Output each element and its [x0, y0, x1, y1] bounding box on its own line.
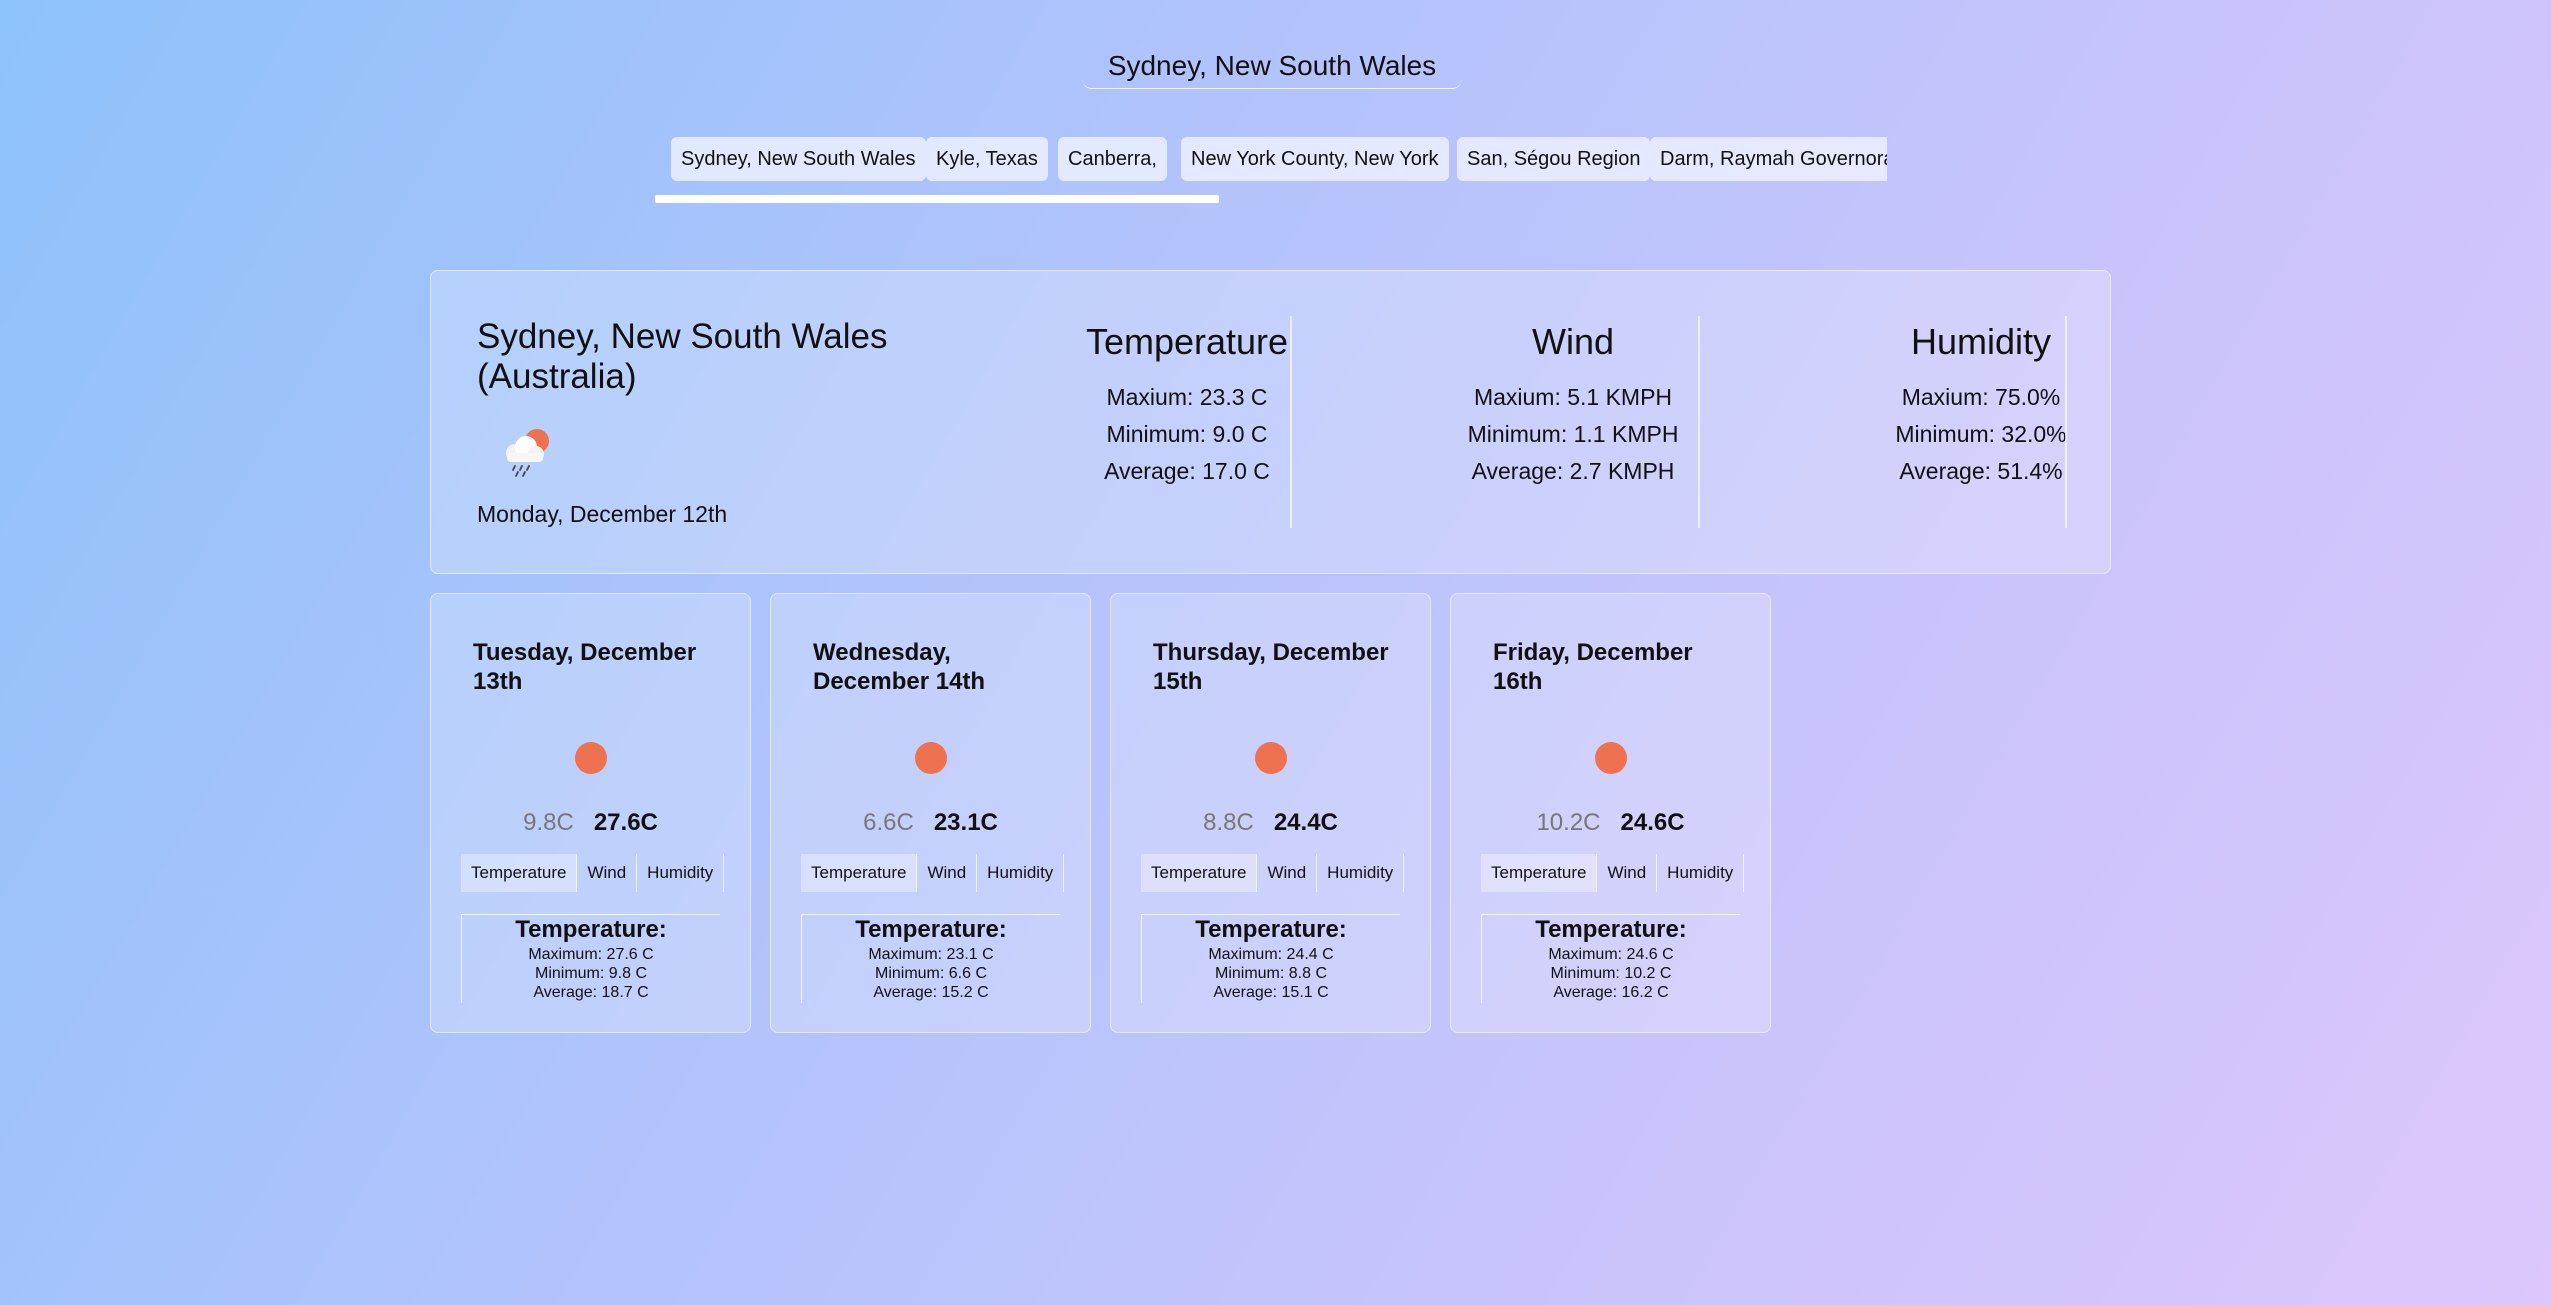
tab-wind[interactable]: Wind [1257, 854, 1318, 892]
wind-avg: Average: 2.7 KMPH [1471, 458, 1675, 484]
forecast-temps: 6.6C 23.1C [771, 809, 1090, 837]
recent-locations-tabs: Sydney, New South Wales Kyle, Texas Canb… [671, 137, 1887, 181]
tab-humidity[interactable]: Humidity [1657, 854, 1745, 892]
humidity-avg: Average: 51.4% [1899, 458, 2063, 484]
sun-icon [1255, 742, 1287, 774]
detail-max: Maximum: 24.4 C [1208, 946, 1334, 963]
forecast-tabs: Temperature Wind Humidity [1481, 854, 1745, 892]
detail-max: Maximum: 27.6 C [528, 946, 654, 963]
forecast-temps: 9.8C 27.6C [431, 809, 750, 837]
humidity-min: Minimum: 32.0% [1895, 421, 2067, 447]
forecast-day: Thursday, December 15th [1153, 639, 1389, 695]
humidity-max: Maxium: 75.0% [1901, 384, 2061, 410]
detail-heading: Temperature: [515, 916, 667, 943]
forecast-card: Thursday, December 15th 8.8C 24.4C Temper… [1110, 593, 1431, 1033]
high-temp: 24.6C [1620, 809, 1685, 836]
wind-min: Minimum: 1.1 KMPH [1467, 421, 1679, 447]
divider [1290, 316, 1292, 528]
detail-avg: Average: 15.1 C [1213, 984, 1329, 1001]
forecast-day: Friday, December 16th [1493, 639, 1693, 695]
temperature-summary: Temperature Maxium: 23.3 C Minimum: 9.0 … [1067, 321, 1307, 490]
sun-icon [915, 742, 947, 774]
tab-humidity[interactable]: Humidity [1317, 854, 1405, 892]
forecast-day: Wednesday, December 14th [813, 639, 986, 695]
tab-location-darm[interactable]: Darm, Raymah Governorate [1650, 137, 1887, 181]
forecast-tabs: Temperature Wind Humidity [1141, 854, 1405, 892]
tab-wind[interactable]: Wind [917, 854, 978, 892]
high-temp: 24.4C [1273, 809, 1338, 836]
tab-location-kyle[interactable]: Kyle, Texas [926, 137, 1048, 181]
temperature-heading: Temperature [1085, 321, 1289, 362]
detail-min: Minimum: 8.8 C [1214, 965, 1328, 982]
tab-location-san[interactable]: San, Ségou Region [1457, 137, 1651, 181]
tab-location-new-york[interactable]: New York County, New York [1181, 137, 1449, 181]
detail-heading: Temperature: [1195, 916, 1347, 943]
humidity-heading: Humidity [1910, 321, 2052, 362]
temperature-avg: Average: 17.0 C [1104, 458, 1270, 484]
detail-min: Minimum: 6.6 C [874, 965, 988, 982]
tab-temperature[interactable]: Temperature [1141, 854, 1258, 892]
search-input[interactable] [1082, 44, 1462, 88]
humidity-summary: Humidity Maxium: 75.0% Minimum: 32.0% Av… [1851, 321, 2111, 490]
divider [1698, 316, 1700, 528]
high-temp: 23.1C [933, 809, 998, 836]
forecast-detail: Temperature: Maximum: 23.1 C Minimum: 6.… [801, 914, 1060, 1003]
sun-behind-rain-cloud-icon [506, 429, 549, 477]
forecast-tabs: Temperature Wind Humidity [461, 854, 725, 892]
temperature-max: Maxium: 23.3 C [1106, 384, 1268, 410]
low-temp: 10.2C [1536, 809, 1601, 836]
tabs-scrollbar[interactable] [655, 195, 1219, 203]
low-temp: 9.8C [523, 809, 574, 836]
tab-humidity[interactable]: Humidity [637, 854, 725, 892]
forecast-detail: Temperature: Maximum: 24.6 C Minimum: 10… [1481, 914, 1740, 1003]
forecast-card: Wednesday, December 14th 6.6C 23.1C Tempe… [770, 593, 1091, 1033]
forecast-detail: Temperature: Maximum: 27.6 C Minimum: 9.… [461, 914, 720, 1003]
detail-heading: Temperature: [855, 916, 1007, 943]
tab-wind[interactable]: Wind [1597, 854, 1658, 892]
forecast-day: Tuesday, December 13th [473, 639, 697, 695]
detail-min: Minimum: 9.8 C [534, 965, 648, 982]
sun-icon [575, 742, 607, 774]
detail-avg: Average: 16.2 C [1553, 984, 1669, 1001]
low-temp: 6.6C [863, 809, 914, 836]
divider [2065, 316, 2067, 528]
detail-avg: Average: 18.7 C [533, 984, 649, 1001]
forecast-card: Tuesday, December 13th 9.8C 27.6C Tempera… [430, 593, 751, 1033]
city-title: Sydney, New South Wales (Australia) [477, 317, 888, 396]
detail-heading: Temperature: [1535, 916, 1687, 943]
forecast-tabs: Temperature Wind Humidity [801, 854, 1065, 892]
forecast-card: Friday, December 16th 10.2C 24.6C Tempera… [1450, 593, 1771, 1033]
today-date: Monday, December 12th [477, 501, 728, 527]
tab-wind[interactable]: Wind [577, 854, 638, 892]
detail-max: Maximum: 23.1 C [868, 946, 994, 963]
tab-location-canberra[interactable]: Canberra, [1058, 137, 1167, 181]
high-temp: 27.6C [593, 809, 658, 836]
tab-temperature[interactable]: Temperature [801, 854, 918, 892]
wind-max: Maxium: 5.1 KMPH [1473, 384, 1673, 410]
forecast-temps: 8.8C 24.4C [1111, 809, 1430, 837]
low-temp: 8.8C [1203, 809, 1254, 836]
forecast-detail: Temperature: Maximum: 24.4 C Minimum: 8.… [1141, 914, 1400, 1003]
detail-min: Minimum: 10.2 C [1550, 965, 1672, 982]
temperature-min: Minimum: 9.0 C [1106, 421, 1268, 447]
sun-icon [1595, 742, 1627, 774]
search-bar[interactable] [1082, 44, 1462, 89]
detail-max: Maximum: 24.6 C [1548, 946, 1674, 963]
tab-humidity[interactable]: Humidity [977, 854, 1065, 892]
wind-summary: Wind Maxium: 5.1 KMPH Minimum: 1.1 KMPH … [1443, 321, 1703, 490]
detail-avg: Average: 15.2 C [873, 984, 989, 1001]
tab-temperature[interactable]: Temperature [1481, 854, 1598, 892]
wind-heading: Wind [1531, 321, 1615, 362]
tab-temperature[interactable]: Temperature [461, 854, 578, 892]
tab-location-sydney[interactable]: Sydney, New South Wales [671, 137, 926, 181]
today-weather-panel: Sydney, New South Wales (Australia) Mond… [430, 270, 2111, 574]
forecast-temps: 10.2C 24.6C [1451, 809, 1770, 837]
